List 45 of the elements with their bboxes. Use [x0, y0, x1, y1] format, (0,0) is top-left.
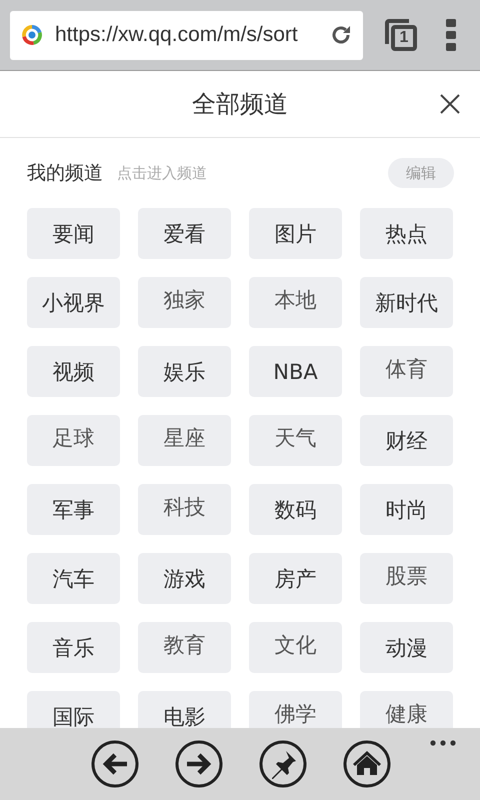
channel-button[interactable]: 佛学 [249, 691, 342, 728]
more-icon[interactable] [430, 740, 456, 746]
channel-button[interactable]: 小视界 [27, 277, 120, 328]
channel-button[interactable]: 独家 [138, 277, 231, 328]
home-icon[interactable] [343, 740, 391, 788]
menu-icon[interactable] [446, 19, 456, 51]
channel-button[interactable]: 足球 [27, 415, 120, 466]
site-logo-icon [20, 23, 44, 47]
channel-button[interactable]: 本地 [249, 277, 342, 328]
channel-button[interactable]: NBA [249, 346, 342, 397]
channel-button[interactable]: 体育 [360, 346, 453, 397]
section-title: 我的频道 [27, 161, 103, 186]
channel-button[interactable]: 汽车 [27, 553, 120, 604]
channel-button[interactable]: 娱乐 [138, 346, 231, 397]
channel-button[interactable]: 时尚 [360, 484, 453, 535]
channel-button[interactable]: 科技 [138, 484, 231, 535]
channel-button[interactable]: 要闻 [27, 208, 120, 259]
channel-button[interactable]: 文化 [249, 622, 342, 673]
channel-button[interactable]: 动漫 [360, 622, 453, 673]
page-title: 全部频道 [192, 89, 288, 120]
pin-icon[interactable] [259, 740, 307, 788]
address-bar[interactable]: https://xw.qq.com/m/s/sort [10, 10, 363, 60]
channel-button[interactable]: 新时代 [360, 277, 453, 328]
close-icon[interactable] [440, 94, 460, 114]
url-text: https://xw.qq.com/m/s/sort [55, 23, 299, 47]
channel-button[interactable]: 股票 [360, 553, 453, 604]
channel-button[interactable]: 音乐 [27, 622, 120, 673]
channel-button[interactable]: 数码 [249, 484, 342, 535]
channel-button[interactable]: 房产 [249, 553, 342, 604]
channel-button[interactable]: 电影 [138, 691, 231, 728]
channel-button[interactable]: 国际 [27, 691, 120, 728]
back-icon[interactable] [91, 740, 139, 788]
channel-button[interactable]: 军事 [27, 484, 120, 535]
channel-button[interactable]: 教育 [138, 622, 231, 673]
channel-button[interactable]: 星座 [138, 415, 231, 466]
channel-button[interactable]: 游戏 [138, 553, 231, 604]
channel-button[interactable]: 爱看 [138, 208, 231, 259]
section-hint: 点击进入频道 [117, 164, 208, 182]
channel-button[interactable]: 视频 [27, 346, 120, 397]
channel-button[interactable]: 健康 [360, 691, 453, 728]
channel-button[interactable]: 图片 [249, 208, 342, 259]
channel-button[interactable]: 财经 [360, 415, 453, 466]
channel-button[interactable]: 天气 [249, 415, 342, 466]
channel-button[interactable]: 热点 [360, 208, 453, 259]
forward-icon[interactable] [175, 740, 223, 788]
